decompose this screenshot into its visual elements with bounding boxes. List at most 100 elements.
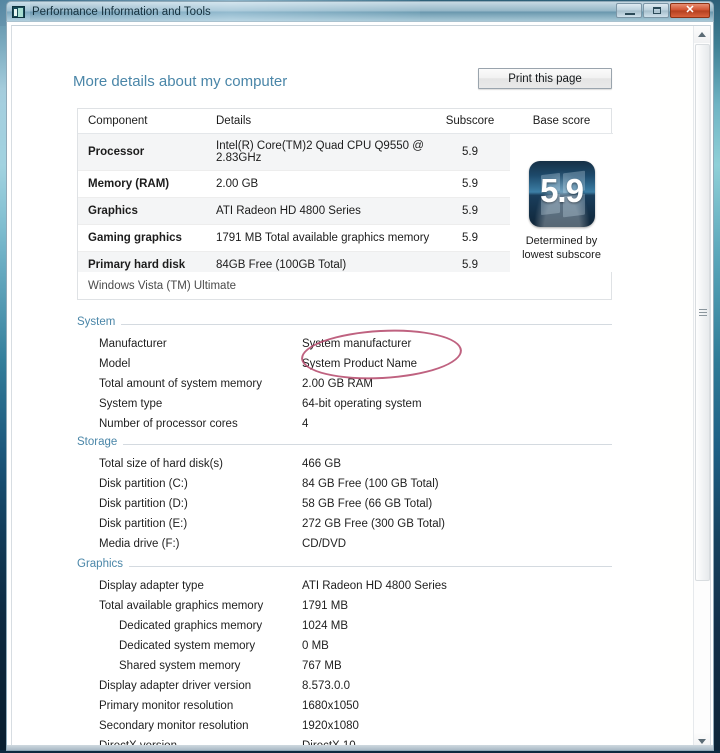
detail-row: Disk partition (E:) 272 GB Free (300 GB … — [77, 514, 612, 534]
page-header: More details about my computer Print thi… — [73, 68, 612, 98]
detail-value: 64-bit operating system — [302, 398, 422, 410]
section-title: System — [77, 316, 121, 328]
section-header: Graphics — [77, 558, 612, 572]
score-table: Component Details Subscore Base score Pr… — [77, 108, 612, 280]
row-subscore: 5.9 — [430, 171, 510, 198]
row-subscore: 5.9 — [430, 134, 510, 171]
section-title: Storage — [77, 436, 123, 448]
section-divider — [77, 444, 612, 445]
detail-key: Total size of hard disk(s) — [77, 458, 302, 470]
operating-system-row: Windows Vista (TM) Ultimate — [77, 272, 612, 300]
detail-row: Primary monitor resolution 1680x1050 — [77, 696, 612, 716]
detail-key: Media drive (F:) — [77, 538, 302, 550]
detail-key: System type — [77, 398, 302, 410]
detail-value: 1680x1050 — [302, 700, 359, 712]
application-window: Performance Information and Tools ✕ More… — [6, 1, 714, 753]
detail-row: Number of processor cores 4 — [77, 414, 612, 434]
row-subscore: 5.9 — [430, 198, 510, 225]
detail-key: Total amount of system memory — [77, 378, 302, 390]
detail-value: 84 GB Free (100 GB Total) — [302, 478, 439, 490]
detail-row: Total size of hard disk(s) 466 GB — [77, 454, 612, 474]
detail-value: 1024 MB — [302, 620, 348, 632]
scroll-up-button[interactable] — [694, 26, 710, 43]
minimize-icon — [625, 13, 635, 15]
section-graphics: Graphics Display adapter type ATI Radeon… — [77, 558, 612, 750]
score-table-grid: Component Details Subscore Base score Pr… — [78, 109, 613, 279]
detail-value: System manufacturer — [302, 338, 411, 350]
detail-key: Display adapter type — [77, 580, 302, 592]
section-divider — [77, 566, 612, 567]
scrollable-content: More details about my computer Print thi… — [12, 26, 660, 750]
detail-row: Disk partition (C:) 84 GB Free (100 GB T… — [77, 474, 612, 494]
vertical-scrollbar[interactable] — [693, 26, 710, 750]
detail-row: Manufacturer System manufacturer — [77, 334, 612, 354]
detail-value: 767 MB — [302, 660, 342, 672]
table-row: Processor Intel(R) Core(TM)2 Quad CPU Q9… — [78, 134, 613, 171]
detail-value: 1920x1080 — [302, 720, 359, 732]
row-details: 2.00 GB — [206, 171, 430, 198]
detail-value: 0 MB — [302, 640, 329, 652]
maximize-icon — [653, 7, 661, 14]
performance-icon — [12, 6, 25, 18]
detail-key: Disk partition (D:) — [77, 498, 302, 510]
chevron-up-icon — [698, 32, 706, 37]
section-system: System Manufacturer System manufacturer … — [77, 316, 612, 434]
detail-value: 58 GB Free (66 GB Total) — [302, 498, 432, 510]
chevron-down-icon — [698, 739, 706, 744]
detail-key: Dedicated system memory — [77, 640, 302, 652]
scrollbar-grip-icon — [699, 309, 707, 317]
detail-value: 1791 MB — [302, 600, 348, 612]
detail-row: Display adapter type ATI Radeon HD 4800 … — [77, 576, 612, 596]
maximize-button[interactable] — [643, 3, 669, 18]
detail-value: CD/DVD — [302, 538, 346, 550]
detail-row: Media drive (F:) CD/DVD — [77, 534, 612, 554]
close-button[interactable]: ✕ — [670, 3, 710, 18]
print-this-page-button[interactable]: Print this page — [478, 68, 612, 89]
base-score-caption-line2: lowest subscore — [510, 248, 613, 262]
column-header-subscore: Subscore — [430, 109, 510, 134]
detail-row: Display adapter driver version 8.573.0.0 — [77, 676, 612, 696]
content-pane: More details about my computer Print thi… — [11, 25, 711, 751]
section-header: Storage — [77, 436, 612, 450]
page-title: More details about my computer — [73, 73, 287, 90]
section-header: System — [77, 316, 612, 330]
window-title-bar[interactable]: Performance Information and Tools ✕ — [6, 1, 714, 21]
detail-row: Total amount of system memory 2.00 GB RA… — [77, 374, 612, 394]
row-details: 1791 MB Total available graphics memory — [206, 225, 430, 252]
minimize-button[interactable] — [616, 3, 642, 18]
detail-row: Disk partition (D:) 58 GB Free (66 GB To… — [77, 494, 612, 514]
base-score-caption-line1: Determined by — [510, 234, 613, 248]
row-details: ATI Radeon HD 4800 Series — [206, 198, 430, 225]
row-component: Gaming graphics — [78, 225, 206, 252]
scrollbar-thumb[interactable] — [695, 44, 710, 581]
detail-value: 272 GB Free (300 GB Total) — [302, 518, 445, 530]
detail-key: Model — [77, 358, 302, 370]
detail-row: Secondary monitor resolution 1920x1080 — [77, 716, 612, 736]
detail-row: Dedicated system memory 0 MB — [77, 636, 612, 656]
close-icon: ✕ — [671, 4, 709, 17]
base-score-badge: 5.9 — [529, 161, 595, 227]
detail-key: Shared system memory — [77, 660, 302, 672]
detail-value: 466 GB — [302, 458, 341, 470]
row-component: Processor — [78, 134, 206, 171]
table-header-row: Component Details Subscore Base score — [78, 109, 613, 134]
detail-key: Total available graphics memory — [77, 600, 302, 612]
horizontal-scrollbar[interactable] — [7, 745, 714, 750]
row-subscore: 5.9 — [430, 225, 510, 252]
column-header-details: Details — [206, 109, 430, 134]
detail-key: Disk partition (C:) — [77, 478, 302, 490]
column-header-base-score: Base score — [510, 109, 613, 134]
row-component: Memory (RAM) — [78, 171, 206, 198]
detail-key: Disk partition (E:) — [77, 518, 302, 530]
base-score-badge-wrap: 5.9 Determined by lowest subscore — [510, 150, 613, 262]
base-score-caption: Determined by lowest subscore — [510, 234, 613, 262]
detail-row: Shared system memory 767 MB — [77, 656, 612, 676]
detail-row: System type 64-bit operating system — [77, 394, 612, 414]
row-component: Graphics — [78, 198, 206, 225]
window-client-area: More details about my computer Print thi… — [6, 21, 714, 751]
section-title: Graphics — [77, 558, 129, 570]
detail-key: Dedicated graphics memory — [77, 620, 302, 632]
detail-row: Dedicated graphics memory 1024 MB — [77, 616, 612, 636]
detail-row: Total available graphics memory 1791 MB — [77, 596, 612, 616]
detail-key: Secondary monitor resolution — [77, 720, 302, 732]
